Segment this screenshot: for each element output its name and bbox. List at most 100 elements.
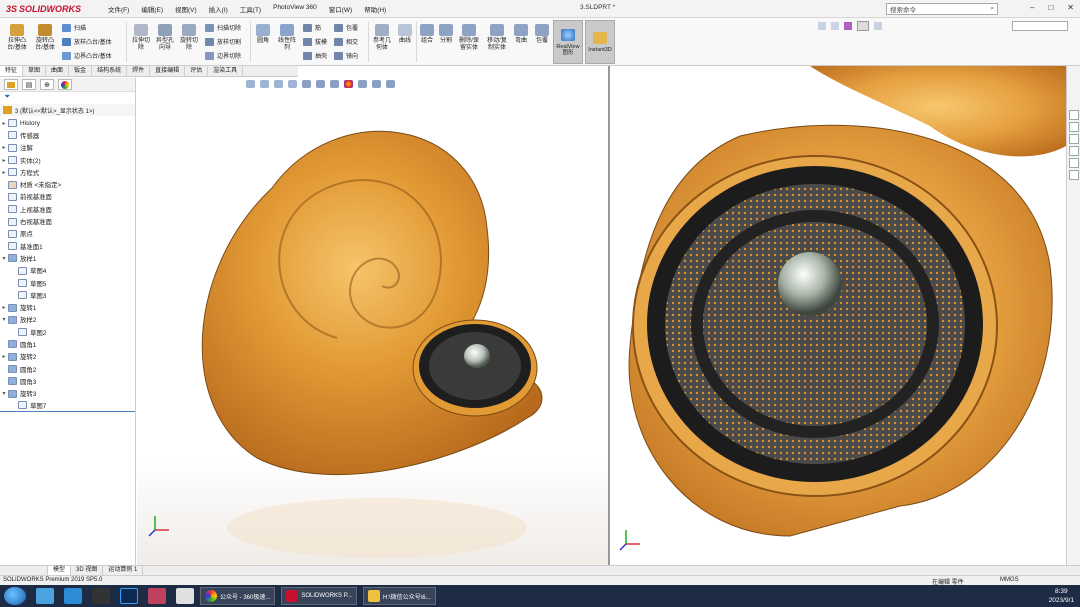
tab-sketch[interactable]: 草图 bbox=[23, 66, 47, 76]
edit-appearance-icon[interactable] bbox=[344, 80, 353, 88]
instant3d-toggle[interactable]: Instant3D bbox=[585, 20, 615, 64]
extruded-cut-button[interactable]: 拉伸切 除 bbox=[129, 24, 153, 52]
reference-geometry-button[interactable]: 参考几 何体 bbox=[370, 24, 394, 52]
expand-arrow-icon[interactable]: ▾ bbox=[0, 316, 8, 323]
curves-button[interactable]: 曲线 bbox=[395, 24, 415, 45]
revolved-cut-button[interactable]: 旋转切 除 bbox=[177, 24, 201, 52]
menu-tools[interactable]: 工具(T) bbox=[240, 4, 261, 14]
tab-model[interactable]: 模型 bbox=[48, 566, 72, 575]
wrap-button[interactable]: 包覆 bbox=[533, 24, 551, 45]
intersect-button[interactable]: 相交 bbox=[334, 37, 358, 46]
view-palette-icon[interactable] bbox=[1069, 146, 1079, 156]
tree-node[interactable]: 草图4 bbox=[0, 265, 135, 277]
search-icon[interactable]: ⌕ bbox=[990, 5, 994, 13]
hide-show-icon[interactable] bbox=[330, 80, 339, 88]
tab-sheet-metal[interactable]: 钣金 bbox=[69, 66, 93, 76]
view-settings-icon[interactable] bbox=[372, 80, 381, 88]
menu-file[interactable]: 文件(F) bbox=[108, 4, 129, 14]
flex-button[interactable]: 弯曲 bbox=[512, 24, 530, 45]
lofted-cut-button[interactable]: 放样切割 bbox=[205, 37, 241, 46]
taskbar-solidworks[interactable]: SOLIDWORKS P... bbox=[281, 587, 357, 605]
filter-icon[interactable] bbox=[844, 22, 852, 30]
boundary-boss-button[interactable]: 边界凸台/基体 bbox=[62, 51, 112, 60]
apply-scene-icon[interactable] bbox=[358, 80, 367, 88]
tree-node[interactable]: ▸ 实体(2) bbox=[0, 154, 135, 166]
configuration-manager-tab[interactable]: ⊕ bbox=[40, 79, 54, 90]
tree-node[interactable]: 原点 bbox=[0, 228, 135, 240]
start-button-icon[interactable] bbox=[4, 587, 26, 605]
part-root-node[interactable]: 3 (默认<<默认>_显示状态 1>) bbox=[0, 104, 135, 116]
fillet-button[interactable]: 圆角 bbox=[252, 24, 274, 45]
tree-node[interactable]: 右视基准面 bbox=[0, 215, 135, 227]
tree-node[interactable]: 圆角3 bbox=[0, 375, 135, 387]
tab-features[interactable]: 特征 bbox=[0, 66, 24, 76]
filter-icon[interactable] bbox=[874, 22, 882, 30]
tree-node[interactable]: 草图7 bbox=[0, 400, 135, 413]
realview-toggle[interactable]: RealView 图形 bbox=[553, 20, 583, 64]
app-logo[interactable]: 3S SOLIDWORKS bbox=[6, 4, 98, 14]
filter-icon[interactable] bbox=[831, 22, 839, 30]
tree-node[interactable]: ▾ 放样1 bbox=[0, 252, 135, 264]
tree-node[interactable]: ▾ 旋转3 bbox=[0, 388, 135, 400]
pinned-app-icon[interactable] bbox=[64, 588, 82, 604]
taskbar-explorer[interactable]: H:\微信公众号\6... bbox=[362, 587, 436, 605]
rib-button[interactable]: 筋 bbox=[303, 23, 321, 32]
tree-node[interactable]: 草图3 bbox=[0, 289, 135, 301]
pinned-app-icon[interactable] bbox=[148, 588, 166, 604]
tree-node[interactable]: ▸ 旋转2 bbox=[0, 351, 135, 363]
unit-system[interactable]: MMGS bbox=[1000, 577, 1019, 583]
previous-view-icon[interactable] bbox=[274, 80, 283, 88]
tree-node[interactable]: ▸ 方程式 bbox=[0, 166, 135, 178]
taskbar-browser[interactable]: 公众号 - 360极速... bbox=[200, 587, 276, 605]
tab-motion-study[interactable]: 运动算例 1 bbox=[103, 566, 144, 575]
tab-structure-system[interactable]: 结构系统 bbox=[92, 66, 128, 76]
menu-photoview[interactable]: PhotoView 360 bbox=[273, 4, 317, 14]
appearances-icon[interactable] bbox=[1069, 158, 1079, 168]
sweep-button[interactable]: 扫描 bbox=[62, 23, 86, 32]
filter-icon[interactable]: ⏷ bbox=[0, 92, 135, 104]
tab-weldments[interactable]: 焊件 bbox=[127, 66, 151, 76]
revolved-boss-button[interactable]: 旋转凸 台/基体 bbox=[32, 24, 58, 52]
expand-arrow-icon[interactable]: ▸ bbox=[0, 304, 8, 311]
view-orientation-icon[interactable] bbox=[302, 80, 311, 88]
select-arrow-icon[interactable] bbox=[857, 21, 869, 31]
expand-arrow-icon[interactable]: ▸ bbox=[0, 157, 8, 164]
tab-render-tools[interactable]: 渲染工具 bbox=[208, 66, 244, 76]
menu-window[interactable]: 窗口(W) bbox=[329, 4, 352, 14]
photoshop-icon[interactable] bbox=[120, 588, 138, 604]
display-manager-tab[interactable] bbox=[58, 79, 72, 90]
tree-node[interactable]: ▸ 注解 bbox=[0, 142, 135, 154]
shell-button[interactable]: 抽壳 bbox=[303, 51, 327, 60]
tree-node[interactable]: 草图2 bbox=[0, 326, 135, 338]
system-clock[interactable]: 8:39 2023/9/1 bbox=[1049, 587, 1074, 605]
close-icon[interactable]: ✕ bbox=[1067, 3, 1074, 12]
extruded-boss-button[interactable]: 拉伸凸 台/基体 bbox=[4, 24, 30, 52]
tree-node[interactable]: 圆角2 bbox=[0, 363, 135, 375]
tree-node[interactable]: 基准面1 bbox=[0, 240, 135, 252]
swept-cut-button[interactable]: 扫描切除 bbox=[205, 23, 241, 32]
menu-help[interactable]: 帮助(H) bbox=[364, 4, 386, 14]
pinned-app-icon[interactable] bbox=[36, 588, 54, 604]
tree-node[interactable]: 圆角1 bbox=[0, 338, 135, 350]
draft-button[interactable]: 拔模 bbox=[303, 37, 327, 46]
pinned-app-icon[interactable] bbox=[92, 588, 110, 604]
maximize-icon[interactable]: □ bbox=[1048, 3, 1053, 12]
tree-node[interactable]: 材质 <未指定> bbox=[0, 178, 135, 190]
tree-node[interactable]: ▸ History bbox=[0, 117, 135, 129]
tab-surfaces[interactable]: 曲面 bbox=[46, 66, 70, 76]
expand-arrow-icon[interactable]: ▸ bbox=[0, 353, 8, 360]
loft-boss-button[interactable]: 放样凸台/基体 bbox=[62, 37, 112, 46]
tab-direct-editing[interactable]: 直接编辑 bbox=[150, 66, 186, 76]
home-icon[interactable] bbox=[1069, 110, 1079, 120]
move-copy-body-button[interactable]: 移动/复 制实体 bbox=[484, 24, 510, 52]
tree-node[interactable]: 前视基准面 bbox=[0, 191, 135, 203]
property-manager-tab[interactable]: ▤ bbox=[22, 79, 36, 90]
expand-arrow-icon[interactable]: ▸ bbox=[0, 169, 8, 176]
pinned-app-icon[interactable] bbox=[176, 588, 194, 604]
display-style-icon[interactable] bbox=[316, 80, 325, 88]
custom-properties-icon[interactable] bbox=[1069, 170, 1079, 180]
tree-node[interactable]: ▸ 旋转1 bbox=[0, 301, 135, 313]
graphics-viewport-right[interactable] bbox=[610, 66, 1066, 565]
hole-wizard-button[interactable]: 异型孔 向导 bbox=[153, 24, 177, 52]
wrap-small-button[interactable]: 包覆 bbox=[334, 23, 358, 32]
